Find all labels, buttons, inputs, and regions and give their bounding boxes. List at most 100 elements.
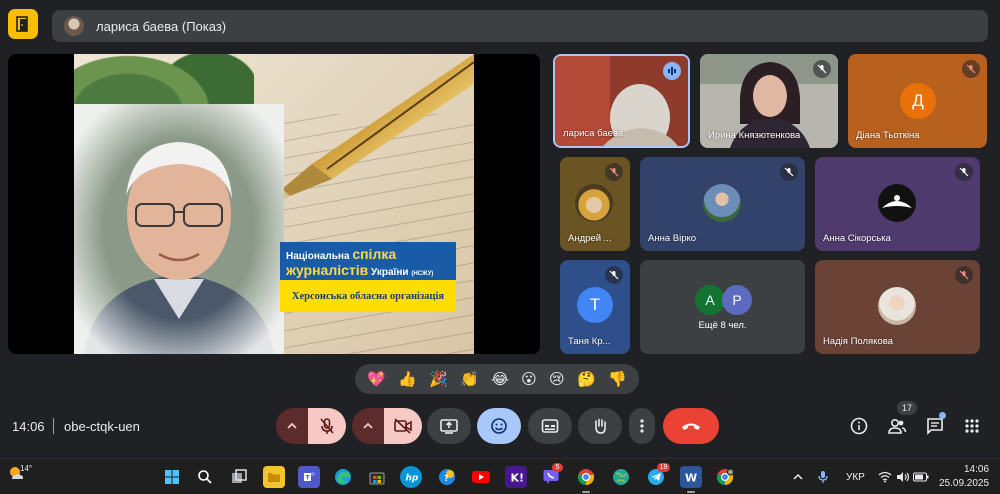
meeting-info-button[interactable] — [847, 414, 871, 438]
captions-button[interactable] — [528, 408, 572, 444]
reaction-laugh[interactable]: 😂 — [491, 372, 509, 387]
door-icon — [16, 16, 28, 32]
portrait-photo — [74, 104, 284, 354]
raise-hand-button[interactable] — [578, 408, 622, 444]
leave-call-button[interactable] — [663, 408, 719, 444]
participant-name: Діана Тьоткіна — [856, 130, 920, 141]
participant-tile[interactable]: Анна Сікорська — [815, 157, 980, 251]
taskbar-help[interactable]: ? — [436, 466, 458, 488]
svg-text:hp: hp — [406, 474, 419, 484]
emoji-icon — [491, 418, 507, 434]
participant-tile[interactable]: Д Діана Тьоткіна — [848, 54, 987, 148]
reaction-sad[interactable]: 😢 — [549, 372, 565, 387]
participant-name: Анна Сікорська — [823, 233, 891, 244]
reaction-party[interactable]: 🎉 — [429, 372, 448, 387]
participant-tile[interactable]: лариса баева — [553, 54, 690, 148]
reaction-surprised[interactable]: 😮 — [521, 372, 537, 387]
chevron-up-icon — [793, 473, 803, 480]
mic-toggle-button[interactable] — [308, 408, 346, 444]
reaction-heart[interactable]: 💖 — [367, 372, 386, 387]
more-options-button[interactable] — [629, 408, 655, 444]
tray-battery[interactable] — [910, 466, 932, 488]
taskbar-clock-time[interactable]: 14:06 — [964, 464, 989, 475]
task-view-icon — [232, 469, 247, 483]
keyboard-language[interactable]: УКР — [846, 472, 865, 483]
presentation-slide: Національна спілка журналістів України (… — [74, 54, 474, 354]
taskbar-teams[interactable]: T — [298, 466, 320, 488]
mic-off-icon — [320, 418, 334, 434]
camera-options-button[interactable] — [352, 408, 384, 444]
taskbar-kahoot[interactable]: K! — [505, 466, 527, 488]
presenter-bar[interactable]: лариса баева (Показ) — [52, 10, 988, 42]
participant-avatar — [878, 184, 916, 222]
taskbar-store[interactable] — [366, 466, 388, 488]
union-line2: журналістів України (НСЖУ) — [286, 262, 434, 278]
people-icon — [888, 418, 907, 434]
taskbar-youtube[interactable] — [470, 466, 492, 488]
camera-toggle-button[interactable] — [384, 408, 422, 444]
taskbar-clock-date[interactable]: 25.09.2025 — [939, 478, 989, 489]
active-app-indicator — [582, 491, 590, 493]
participant-name: Таня Кр... — [568, 336, 611, 347]
active-app-indicator — [687, 491, 695, 493]
meeting-code[interactable]: obe-ctqk-uen — [64, 419, 140, 434]
present-button[interactable] — [427, 408, 471, 444]
mic-off-icon — [605, 163, 623, 181]
hp-icon: hp — [406, 474, 419, 484]
tray-overflow-button[interactable] — [787, 466, 809, 488]
union-line1: Національна спілка — [286, 246, 397, 262]
chrome-icon — [577, 469, 595, 486]
activities-button[interactable] — [960, 414, 984, 438]
mic-off-icon — [962, 60, 980, 78]
store-icon — [369, 472, 385, 485]
chevron-up-icon — [287, 422, 297, 429]
reactions-button[interactable] — [477, 408, 521, 444]
svg-text:W: W — [685, 472, 697, 485]
present-screen-icon — [440, 419, 458, 434]
participant-tile[interactable]: Ирина Князютенкова — [700, 54, 838, 148]
microphone-icon — [818, 471, 828, 483]
start-button[interactable] — [161, 466, 183, 488]
participant-tile[interactable]: T Таня Кр... — [560, 260, 630, 354]
help-icon: ? — [439, 469, 455, 485]
taskbar-word[interactable]: W — [680, 466, 702, 488]
kahoot-icon: K! — [511, 472, 525, 485]
mic-off-icon — [813, 60, 831, 78]
reaction-thumbs-down[interactable]: 👎 — [608, 372, 627, 387]
folder-icon — [268, 473, 280, 482]
taskbar-hp[interactable]: hp — [400, 466, 422, 488]
taskbar-search[interactable] — [194, 466, 216, 488]
taskbar-edge[interactable] — [332, 466, 354, 488]
meet-app-logo[interactable] — [8, 9, 38, 39]
taskbar-chrome-profile[interactable] — [714, 466, 736, 488]
chrome-icon — [716, 468, 734, 486]
more-participants-tile[interactable]: A P Ещё 8 чел. — [640, 260, 805, 354]
participant-name: Андрей ... — [568, 233, 612, 244]
taskbar-file-explorer[interactable] — [263, 466, 285, 488]
participant-name: лариса баева — [563, 128, 624, 139]
tray-mic[interactable] — [812, 466, 834, 488]
battery-icon — [913, 472, 929, 482]
presenter-avatar — [64, 16, 84, 36]
participant-tile[interactable]: Надія Полякова — [815, 260, 980, 354]
participant-tile[interactable]: Анна Вірко — [640, 157, 805, 251]
reaction-thumbs-up[interactable]: 👍 — [398, 372, 417, 387]
globe-icon — [613, 469, 629, 485]
more-participants-label: Ещё 8 чел. — [698, 320, 747, 331]
organization-label: Херсонська обласна організація — [280, 280, 456, 312]
people-button[interactable] — [885, 414, 909, 438]
edge-icon — [335, 469, 351, 485]
participant-avatar: P — [722, 285, 752, 315]
presentation-stage[interactable]: Національна спілка журналістів України (… — [8, 54, 540, 354]
hand-icon — [595, 418, 606, 434]
taskbar-weather-app[interactable] — [610, 466, 632, 488]
task-view-button[interactable] — [228, 466, 250, 488]
mic-options-button[interactable] — [276, 408, 308, 444]
participant-avatar: A — [695, 285, 725, 315]
participant-tile[interactable]: Андрей ... — [560, 157, 630, 251]
chevron-up-icon — [363, 422, 373, 429]
telegram-badge: 19 — [657, 463, 670, 472]
taskbar-chrome[interactable] — [575, 466, 597, 488]
reaction-thinking[interactable]: 🤔 — [577, 372, 596, 387]
reaction-clap[interactable]: 👏 — [460, 372, 479, 387]
